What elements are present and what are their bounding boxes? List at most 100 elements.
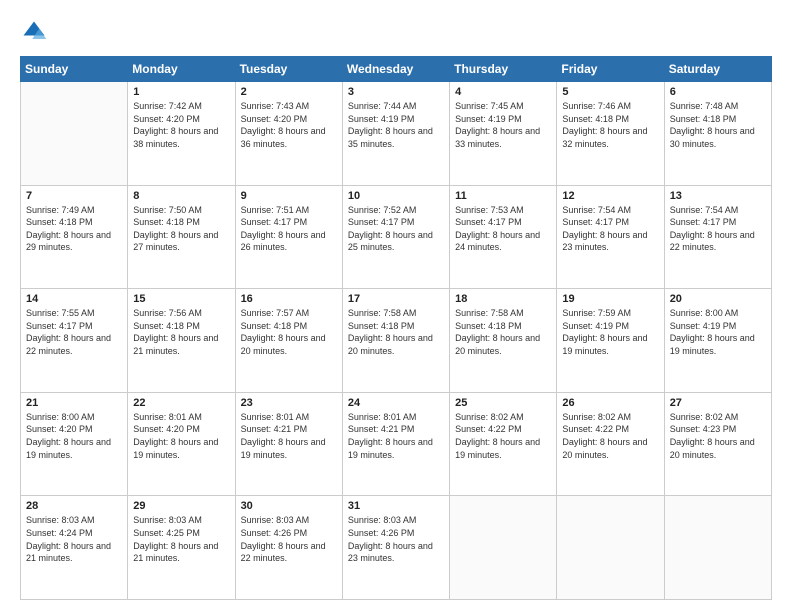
day-info: Sunrise: 7:51 AMSunset: 4:17 PMDaylight:… [241,204,337,254]
day-info: Sunrise: 8:03 AMSunset: 4:26 PMDaylight:… [348,514,444,564]
calendar-cell: 18 Sunrise: 7:58 AMSunset: 4:18 PMDayligh… [450,289,557,393]
day-info: Sunrise: 7:58 AMSunset: 4:18 PMDaylight:… [455,307,551,357]
day-info: Sunrise: 7:52 AMSunset: 4:17 PMDaylight:… [348,204,444,254]
calendar-cell: 26 Sunrise: 8:02 AMSunset: 4:22 PMDayligh… [557,392,664,496]
calendar-cell: 11 Sunrise: 7:53 AMSunset: 4:17 PMDayligh… [450,185,557,289]
calendar-cell: 9 Sunrise: 7:51 AMSunset: 4:17 PMDaylight… [235,185,342,289]
day-info: Sunrise: 7:56 AMSunset: 4:18 PMDaylight:… [133,307,229,357]
day-number: 9 [241,190,337,202]
day-info: Sunrise: 8:02 AMSunset: 4:23 PMDaylight:… [670,411,766,461]
page: SundayMondayTuesdayWednesdayThursdayFrid… [0,0,792,612]
day-info: Sunrise: 7:54 AMSunset: 4:17 PMDaylight:… [562,204,658,254]
day-info: Sunrise: 7:54 AMSunset: 4:17 PMDaylight:… [670,204,766,254]
calendar-cell [21,82,128,186]
calendar-week-row: 21 Sunrise: 8:00 AMSunset: 4:20 PMDayligh… [21,392,772,496]
day-number: 6 [670,86,766,98]
calendar-day-header: Monday [128,57,235,82]
calendar-cell [450,496,557,600]
day-info: Sunrise: 8:02 AMSunset: 4:22 PMDaylight:… [455,411,551,461]
day-number: 8 [133,190,229,202]
calendar-cell: 31 Sunrise: 8:03 AMSunset: 4:26 PMDayligh… [342,496,449,600]
calendar-cell: 16Sunrise: 7:57 AMSunset: 4:18 PMDayligh… [235,289,342,393]
calendar-week-row: 7 Sunrise: 7:49 AMSunset: 4:18 PMDaylight… [21,185,772,289]
calendar-week-row: 1 Sunrise: 7:42 AMSunset: 4:20 PMDaylight… [21,82,772,186]
day-number: 3 [348,86,444,98]
day-info: Sunrise: 8:03 AMSunset: 4:26 PMDaylight:… [241,514,337,564]
calendar-cell: 17 Sunrise: 7:58 AMSunset: 4:18 PMDayligh… [342,289,449,393]
calendar-cell: 6 Sunrise: 7:48 AMSunset: 4:18 PMDaylight… [664,82,771,186]
calendar-day-header: Thursday [450,57,557,82]
day-info: Sunrise: 8:03 AMSunset: 4:25 PMDaylight:… [133,514,229,564]
day-number: 11 [455,190,551,202]
day-number: 20 [670,293,766,305]
day-number: 19 [562,293,658,305]
day-number: 12 [562,190,658,202]
calendar-cell: 12 Sunrise: 7:54 AMSunset: 4:17 PMDayligh… [557,185,664,289]
calendar-cell: 1 Sunrise: 7:42 AMSunset: 4:20 PMDaylight… [128,82,235,186]
day-number: 10 [348,190,444,202]
calendar-cell: 30Sunrise: 8:03 AMSunset: 4:26 PMDayligh… [235,496,342,600]
day-info: Sunrise: 8:01 AMSunset: 4:20 PMDaylight:… [133,411,229,461]
day-info: Sunrise: 8:00 AMSunset: 4:20 PMDaylight:… [26,411,122,461]
day-number: 5 [562,86,658,98]
calendar-cell: 19 Sunrise: 7:59 AMSunset: 4:19 PMDayligh… [557,289,664,393]
day-info: Sunrise: 8:00 AMSunset: 4:19 PMDaylight:… [670,307,766,357]
day-number: 1 [133,86,229,98]
calendar-cell [557,496,664,600]
day-number: 17 [348,293,444,305]
day-number: 31 [348,500,444,512]
day-number: 25 [455,397,551,409]
calendar-cell: 15Sunrise: 7:56 AMSunset: 4:18 PMDayligh… [128,289,235,393]
calendar-day-header: Wednesday [342,57,449,82]
calendar-cell: 20 Sunrise: 8:00 AMSunset: 4:19 PMDayligh… [664,289,771,393]
logo-icon [20,18,48,46]
day-info: Sunrise: 7:59 AMSunset: 4:19 PMDaylight:… [562,307,658,357]
day-info: Sunrise: 7:53 AMSunset: 4:17 PMDaylight:… [455,204,551,254]
day-info: Sunrise: 8:01 AMSunset: 4:21 PMDaylight:… [348,411,444,461]
day-info: Sunrise: 7:45 AMSunset: 4:19 PMDaylight:… [455,100,551,150]
day-number: 2 [241,86,337,98]
calendar-cell: 14 Sunrise: 7:55 AMSunset: 4:17 PMDayligh… [21,289,128,393]
calendar-cell: 8 Sunrise: 7:50 AMSunset: 4:18 PMDaylight… [128,185,235,289]
day-info: Sunrise: 7:43 AMSunset: 4:20 PMDaylight:… [241,100,337,150]
day-info: Sunrise: 7:49 AMSunset: 4:18 PMDaylight:… [26,204,122,254]
calendar-cell: 25 Sunrise: 8:02 AMSunset: 4:22 PMDayligh… [450,392,557,496]
day-number: 23 [241,397,337,409]
calendar-table: SundayMondayTuesdayWednesdayThursdayFrid… [20,56,772,600]
day-info: Sunrise: 7:55 AMSunset: 4:17 PMDaylight:… [26,307,122,357]
day-info: Sunrise: 7:48 AMSunset: 4:18 PMDaylight:… [670,100,766,150]
day-number: 29 [133,500,229,512]
calendar-cell: 29 Sunrise: 8:03 AMSunset: 4:25 PMDayligh… [128,496,235,600]
day-info: Sunrise: 8:02 AMSunset: 4:22 PMDaylight:… [562,411,658,461]
calendar-header-row: SundayMondayTuesdayWednesdayThursdayFrid… [21,57,772,82]
calendar-cell: 2 Sunrise: 7:43 AMSunset: 4:20 PMDaylight… [235,82,342,186]
day-info: Sunrise: 7:42 AMSunset: 4:20 PMDaylight:… [133,100,229,150]
day-number: 18 [455,293,551,305]
day-number: 16 [241,293,337,305]
day-number: 26 [562,397,658,409]
calendar-cell: 13 Sunrise: 7:54 AMSunset: 4:17 PMDayligh… [664,185,771,289]
day-info: Sunrise: 7:58 AMSunset: 4:18 PMDaylight:… [348,307,444,357]
calendar-cell: 22Sunrise: 8:01 AMSunset: 4:20 PMDayligh… [128,392,235,496]
day-number: 4 [455,86,551,98]
calendar-day-header: Sunday [21,57,128,82]
calendar-cell: 24 Sunrise: 8:01 AMSunset: 4:21 PMDayligh… [342,392,449,496]
header [20,18,772,46]
calendar-cell: 3 Sunrise: 7:44 AMSunset: 4:19 PMDaylight… [342,82,449,186]
day-info: Sunrise: 7:50 AMSunset: 4:18 PMDaylight:… [133,204,229,254]
calendar-week-row: 14 Sunrise: 7:55 AMSunset: 4:17 PMDayligh… [21,289,772,393]
calendar-cell [664,496,771,600]
day-info: Sunrise: 7:44 AMSunset: 4:19 PMDaylight:… [348,100,444,150]
day-number: 14 [26,293,122,305]
day-number: 7 [26,190,122,202]
logo [20,18,52,46]
day-number: 13 [670,190,766,202]
calendar-cell: 5 Sunrise: 7:46 AMSunset: 4:18 PMDaylight… [557,82,664,186]
calendar-week-row: 28Sunrise: 8:03 AMSunset: 4:24 PMDayligh… [21,496,772,600]
calendar-cell: 4 Sunrise: 7:45 AMSunset: 4:19 PMDaylight… [450,82,557,186]
day-info: Sunrise: 7:46 AMSunset: 4:18 PMDaylight:… [562,100,658,150]
day-number: 24 [348,397,444,409]
calendar-cell: 21 Sunrise: 8:00 AMSunset: 4:20 PMDayligh… [21,392,128,496]
calendar-day-header: Saturday [664,57,771,82]
day-number: 21 [26,397,122,409]
